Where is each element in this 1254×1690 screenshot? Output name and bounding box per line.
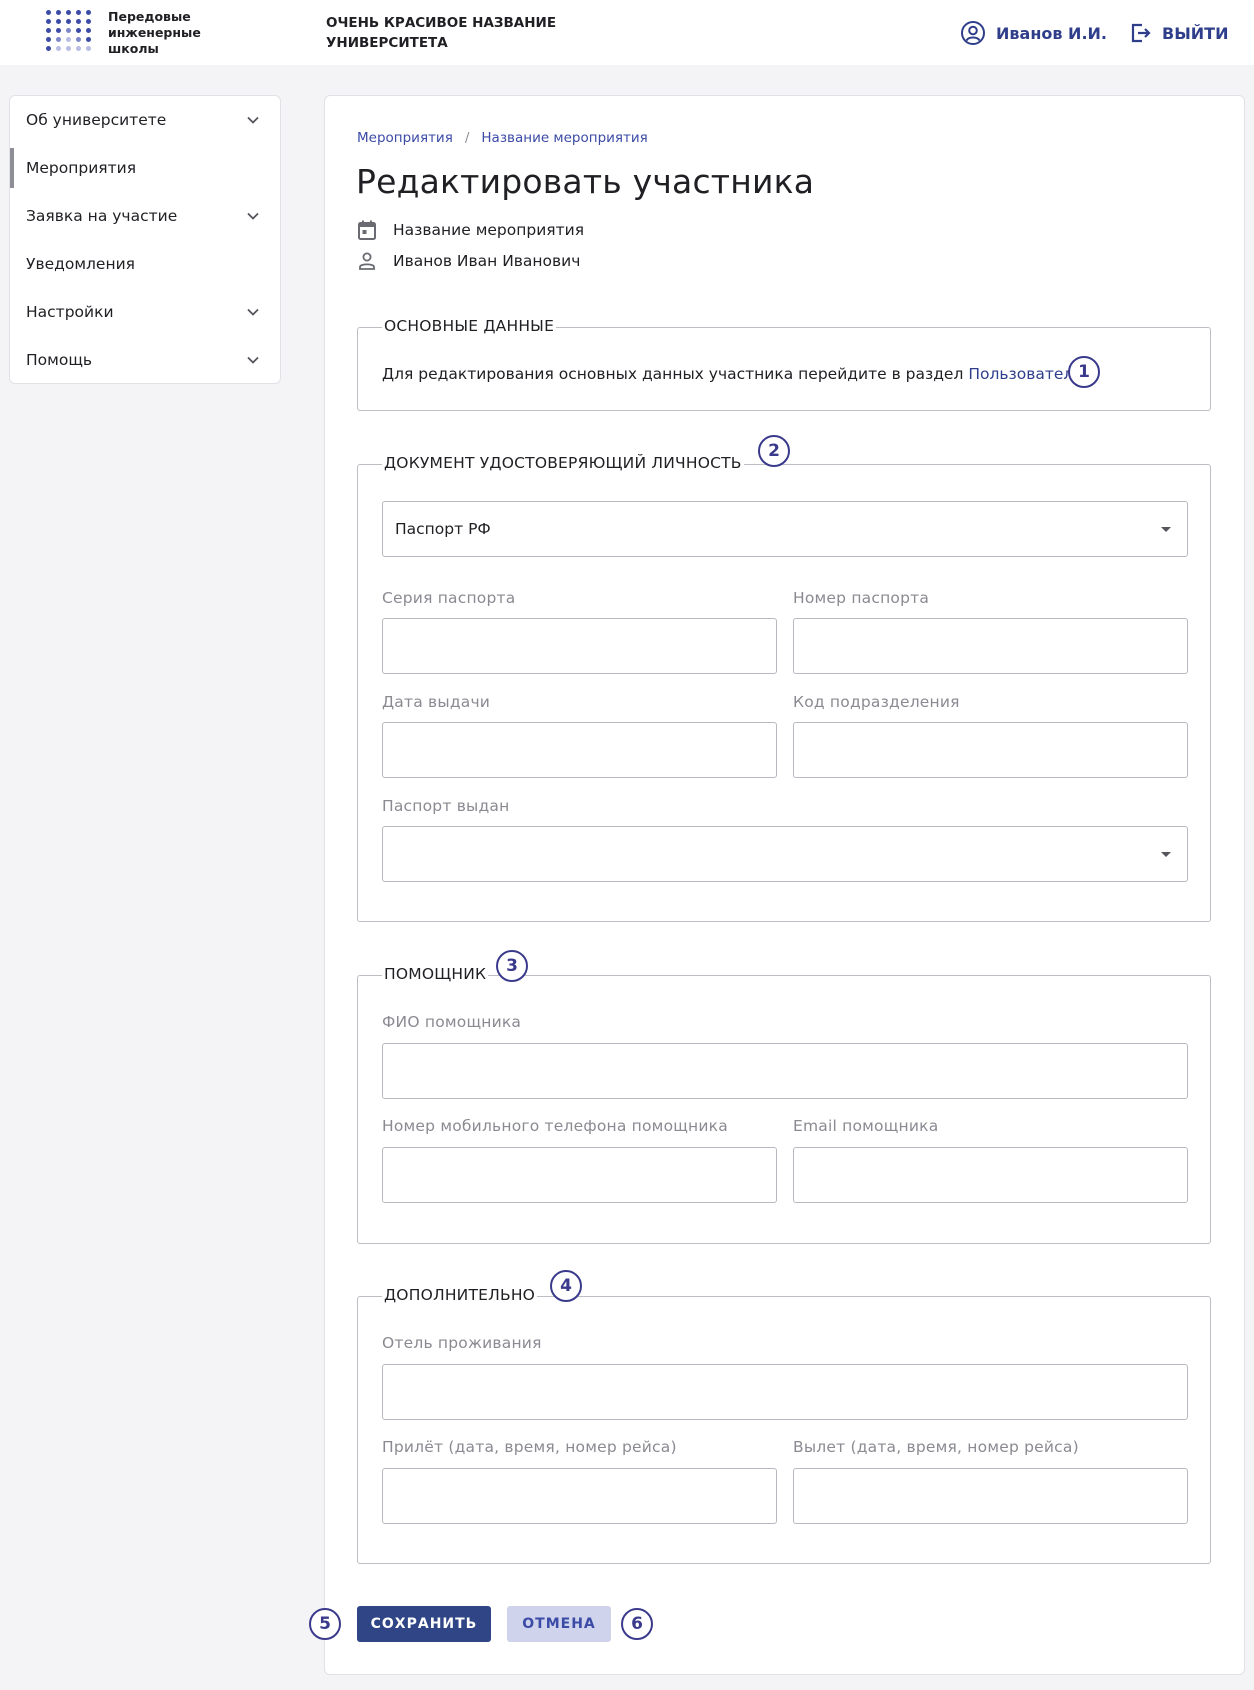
logo-line: школы: [108, 41, 159, 56]
breadcrumb: Мероприятия / Название мероприятия: [357, 130, 648, 146]
logout-icon: [1131, 23, 1151, 43]
section-legend: ОСНОВНЫЕ ДАННЫЕ: [382, 317, 557, 335]
person-icon: [359, 252, 375, 270]
section-legend: ДОПОЛНИТЕЛЬНО: [382, 1286, 538, 1304]
hotel-input[interactable]: [382, 1364, 1188, 1420]
assistant-name-input[interactable]: [382, 1043, 1188, 1099]
departure-label: Вылет (дата, время, номер рейса): [793, 1438, 1079, 1456]
basic-data-info: Для редактирования основных данных участ…: [382, 365, 1083, 383]
passport-number-label: Номер паспорта: [793, 589, 930, 607]
passport-series-label: Серия паспорта: [382, 589, 516, 607]
assistant-section: ПОМОЩНИК 3 ФИО помощника Номер мобильног…: [357, 950, 1211, 1244]
document-type-select[interactable]: Паспорт РФ: [382, 501, 1188, 557]
annotation-badge: 3: [496, 950, 528, 982]
departure-input[interactable]: [793, 1468, 1188, 1524]
department-code-label: Код подразделения: [793, 693, 960, 711]
document-type-value: Паспорт РФ: [395, 520, 491, 538]
logout-label: ВЫЙТИ: [1162, 23, 1229, 43]
sidebar-item-settings[interactable]: Настройки: [10, 288, 280, 336]
dropdown-arrow-icon: [1161, 852, 1171, 857]
sidebar-item-label: Заявка на участие: [26, 207, 178, 225]
assistant-name-label: ФИО помощника: [382, 1013, 522, 1031]
section-legend: ДОКУМЕНТ УДОСТОВЕРЯЮЩИЙ ЛИЧНОСТЬ: [382, 454, 744, 472]
basic-data-text: Для редактирования основных данных участ…: [382, 365, 964, 383]
assistant-email-input[interactable]: [793, 1147, 1188, 1203]
assistant-phone-input[interactable]: [382, 1147, 777, 1203]
chevron-down-icon: [247, 116, 259, 124]
annotation-badge: 6: [621, 1608, 653, 1640]
users-link[interactable]: Пользователи: [968, 365, 1083, 383]
sidebar-nav: Об университете Мероприятия Заявка на уч…: [9, 95, 281, 384]
issue-date-label: Дата выдачи: [382, 693, 491, 711]
hotel-label: Отель проживания: [382, 1334, 542, 1352]
user-circle-icon: [961, 21, 985, 45]
sidebar-item-events[interactable]: Мероприятия: [10, 144, 280, 192]
annotation-badge: 4: [550, 1270, 582, 1302]
passport-number-input[interactable]: [793, 618, 1188, 674]
basic-data-section: ОСНОВНЫЕ ДАННЫЕ Для редактирования основ…: [357, 317, 1211, 411]
sidebar-item-label: Настройки: [26, 303, 114, 321]
sidebar-item-application[interactable]: Заявка на участие: [10, 192, 280, 240]
sidebar-item-label: Помощь: [26, 351, 93, 369]
logout-button[interactable]: ВЫЙТИ: [1130, 20, 1228, 46]
arrival-input[interactable]: [382, 1468, 777, 1524]
chevron-down-icon: [247, 212, 259, 220]
university-title-line: ОЧЕНЬ КРАСИВОЕ НАЗВАНИЕ: [326, 15, 557, 31]
university-title-line: УНИВЕРСИТЕТА: [326, 35, 448, 51]
logo-text: Передовые инженерные школы: [108, 9, 218, 57]
calendar-icon: [358, 220, 376, 240]
section-legend: ПОМОЩНИК: [382, 965, 489, 983]
identity-document-section: ДОКУМЕНТ УДОСТОВЕРЯЮЩИЙ ЛИЧНОСТЬ 2 Паспо…: [357, 435, 1211, 922]
chevron-down-icon: [247, 308, 259, 316]
cancel-button[interactable]: ОТМЕНА: [507, 1606, 611, 1642]
breadcrumb-separator: /: [464, 130, 470, 146]
event-name: Название мероприятия: [393, 221, 585, 239]
passport-series-input[interactable]: [382, 618, 777, 674]
department-code-input[interactable]: [793, 722, 1188, 778]
chevron-down-icon: [247, 356, 259, 364]
participant-meta: Иванов Иван Иванович: [357, 251, 580, 271]
logo-dots-icon: [46, 10, 92, 56]
sidebar-item-about[interactable]: Об университете: [10, 96, 280, 144]
dropdown-arrow-icon: [1161, 527, 1171, 532]
user-name: Иванов И.И.: [996, 23, 1107, 43]
breadcrumb-link-events[interactable]: Мероприятия: [357, 130, 453, 146]
university-title: ОЧЕНЬ КРАСИВОЕ НАЗВАНИЕ УНИВЕРСИТЕТА: [326, 13, 586, 53]
save-button[interactable]: СОХРАНИТЬ: [357, 1606, 491, 1642]
sidebar-item-label: Уведомления: [26, 255, 135, 273]
issued-by-select[interactable]: [382, 826, 1188, 882]
annotation-badge: 1: [1068, 356, 1100, 388]
issued-by-label: Паспорт выдан: [382, 797, 510, 815]
sidebar-item-label: Мероприятия: [26, 159, 137, 177]
arrival-label: Прилёт (дата, время, номер рейса): [382, 1438, 677, 1456]
additional-section: ДОПОЛНИТЕЛЬНО 4 Отель проживания Прилёт …: [357, 1270, 1211, 1564]
sidebar-item-help[interactable]: Помощь: [10, 336, 280, 384]
breadcrumb-link-event-name[interactable]: Название мероприятия: [481, 130, 647, 146]
logo-line: инженерные: [108, 25, 201, 40]
page-title: Редактировать участника: [356, 162, 815, 201]
sidebar-item-label: Об университете: [26, 111, 167, 129]
user-profile-link[interactable]: Иванов И.И.: [960, 20, 1107, 46]
participant-name: Иванов Иван Иванович: [393, 252, 581, 270]
issue-date-input[interactable]: [382, 722, 777, 778]
assistant-phone-label: Номер мобильного телефона помощника: [382, 1117, 728, 1135]
logo-line: Передовые: [108, 9, 191, 24]
event-meta: Название мероприятия: [357, 219, 584, 241]
top-header: Передовые инженерные школы ОЧЕНЬ КРАСИВО…: [0, 0, 1254, 65]
sidebar-item-notifications[interactable]: Уведомления: [10, 240, 280, 288]
annotation-badge: 2: [758, 435, 790, 467]
annotation-badge: 5: [309, 1608, 341, 1640]
assistant-email-label: Email помощника: [793, 1117, 939, 1135]
